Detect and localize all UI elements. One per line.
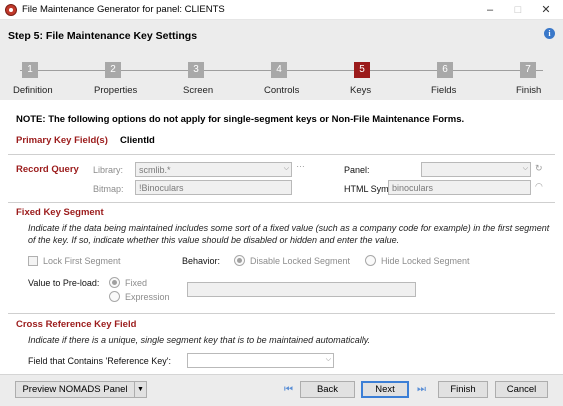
bitmap-label: Bitmap:: [93, 184, 124, 194]
divider: [8, 202, 555, 203]
spinner-icon: ◠: [535, 181, 543, 191]
record-query-title: Record Query: [16, 164, 79, 175]
step-3-box[interactable]: 3: [188, 62, 204, 78]
reference-key-dropdown[interactable]: ⌵: [187, 353, 334, 368]
preview-nomads-button[interactable]: Preview NOMADS Panel: [15, 381, 135, 398]
last-step-icon[interactable]: ⏭: [417, 384, 426, 395]
info-icon[interactable]: i: [544, 28, 555, 39]
behavior-label: Behavior:: [182, 256, 221, 266]
divider: [8, 154, 555, 155]
step-1-box[interactable]: 1: [22, 62, 38, 78]
step-6-label[interactable]: Fields: [431, 85, 456, 96]
cross-ref-title: Cross Reference Key Field: [16, 319, 137, 330]
library-dropdown[interactable]: scmlib.* ⌵: [135, 162, 292, 177]
bitmap-value: !Binoculars: [139, 183, 184, 193]
reference-key-label: Field that Contains 'Reference Key':: [28, 356, 172, 366]
refresh-icon[interactable]: ↻: [535, 163, 543, 174]
cancel-button[interactable]: Cancel: [495, 381, 548, 398]
fixed-radio[interactable]: [109, 277, 120, 288]
hide-locked-radio[interactable]: [365, 255, 376, 266]
back-button[interactable]: Back: [300, 381, 355, 398]
step-4-label[interactable]: Controls: [264, 85, 299, 96]
divider: [8, 313, 555, 314]
disable-locked-radio[interactable]: [234, 255, 245, 266]
cross-ref-description: Indicate if there is a unique, single se…: [28, 335, 371, 345]
maximize-button[interactable]: □: [504, 2, 532, 18]
chevron-down-icon: ⌵: [283, 165, 289, 172]
window-title: File Maintenance Generator for panel: CL…: [22, 4, 225, 15]
title-bar: File Maintenance Generator for panel: CL…: [0, 0, 563, 20]
fixed-label: Fixed: [125, 278, 148, 288]
primary-key-value: ClientId: [120, 135, 155, 146]
library-label: Library:: [93, 165, 124, 175]
preview-dropdown-button[interactable]: ▼: [134, 381, 147, 398]
html-symbol-field[interactable]: binoculars: [388, 180, 531, 195]
preload-value-field[interactable]: [187, 282, 416, 297]
wizard-header: Step 5: File Maintenance Key Settings i: [0, 20, 563, 56]
first-step-icon[interactable]: ⏮: [284, 384, 293, 395]
step-2-box[interactable]: 2: [105, 62, 121, 78]
finish-button[interactable]: Finish: [438, 381, 488, 398]
hide-locked-label: Hide Locked Segment: [381, 256, 470, 266]
html-symbol-value: binoculars: [392, 183, 434, 193]
step-title: Step 5: File Maintenance Key Settings: [8, 30, 198, 42]
expression-radio[interactable]: [109, 291, 120, 302]
preload-label: Value to Pre-load:: [28, 278, 100, 288]
close-button[interactable]: ✕: [532, 2, 560, 18]
step-5-box[interactable]: 5: [354, 62, 370, 78]
step-4-box[interactable]: 4: [271, 62, 287, 78]
panel-label: Panel:: [344, 165, 370, 175]
lock-first-segment-label: Lock First Segment: [43, 256, 121, 266]
library-value: scmlib.*: [139, 165, 171, 175]
fixed-key-title: Fixed Key Segment: [16, 207, 104, 218]
minimize-button[interactable]: –: [476, 2, 504, 18]
note-text: NOTE: The following options do not apply…: [16, 114, 465, 125]
fixed-key-description: Indicate if the data being maintained in…: [28, 223, 550, 245]
step-2-label[interactable]: Properties: [94, 85, 137, 96]
step-7-box[interactable]: 7: [520, 62, 536, 78]
chevron-down-icon: ⌵: [325, 356, 331, 363]
next-button[interactable]: Next: [361, 381, 409, 398]
step-6-box[interactable]: 6: [437, 62, 453, 78]
panel-dropdown[interactable]: ⌵: [421, 162, 531, 177]
ellipsis-icon[interactable]: …: [296, 159, 305, 169]
chevron-down-icon: ⌵: [522, 165, 528, 172]
step-7-label[interactable]: Finish: [516, 85, 541, 96]
app-icon: [5, 4, 17, 16]
expression-label: Expression: [125, 292, 170, 302]
step-1-label[interactable]: Definition: [13, 85, 53, 96]
step-5-label[interactable]: Keys: [350, 85, 371, 96]
lock-first-segment-checkbox[interactable]: [28, 256, 38, 266]
bitmap-field[interactable]: !Binoculars: [135, 180, 292, 195]
step-3-label[interactable]: Screen: [183, 85, 213, 96]
primary-key-label: Primary Key Field(s): [16, 135, 108, 146]
disable-locked-label: Disable Locked Segment: [250, 256, 351, 266]
